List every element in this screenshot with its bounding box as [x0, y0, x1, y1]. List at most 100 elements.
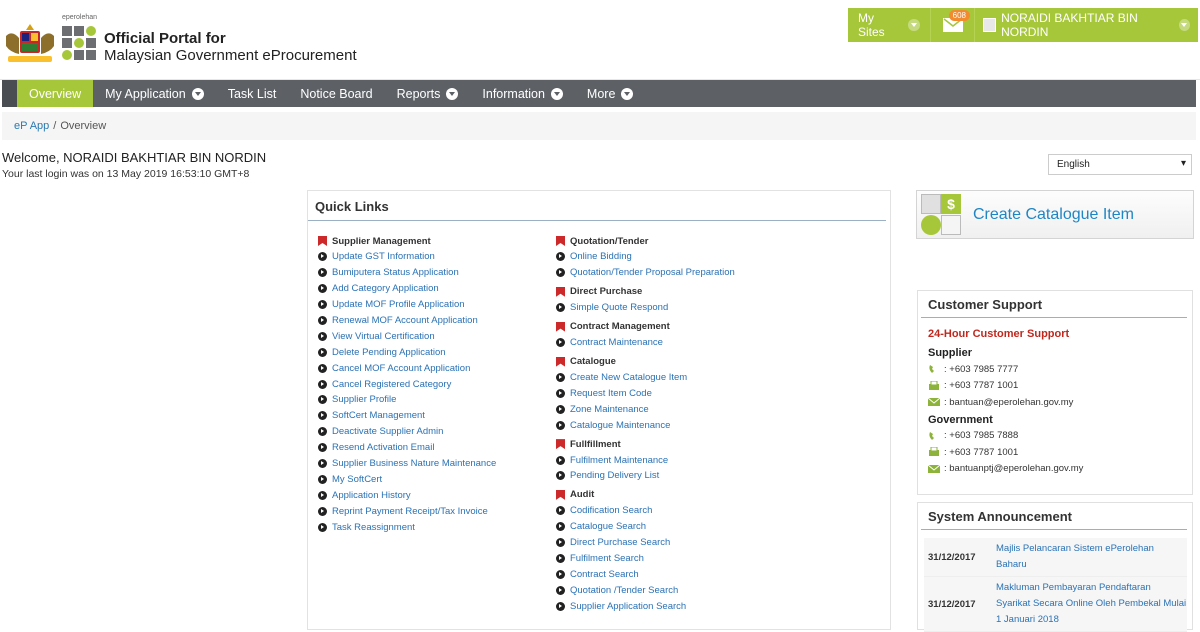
announcement-row: 31/12/2017 Majlis Pelancaran Sistem ePer… [924, 538, 1187, 577]
quick-link-view-virtual-certification[interactable]: View Virtual Certification [318, 328, 548, 344]
my-sites-button[interactable]: My Sites [848, 8, 930, 42]
mail-count-badge: 608 [948, 10, 970, 21]
nav-item-overview[interactable]: Overview [2, 80, 94, 107]
arrow-circle-right-icon [318, 316, 327, 325]
government-fax-value: : +603 7787 1001 [944, 446, 1019, 458]
quick-link-softcert-management[interactable]: SoftCert Management [318, 408, 548, 424]
breadcrumb-current: Overview [60, 120, 107, 132]
arrow-circle-right-icon [556, 471, 565, 481]
arrow-circle-right-icon [318, 284, 327, 294]
nav-item-my-application[interactable]: My Application [93, 80, 216, 107]
announcement-link[interactable]: Majlis Pelancaran Sistem ePerolehan Baha… [994, 538, 1187, 576]
chevron-down-icon [1178, 19, 1191, 31]
quick-link-simple-quote-respond[interactable]: Simple Quote Respond [556, 300, 876, 316]
breadcrumb-link-ep-app[interactable]: eP App [14, 120, 49, 132]
quick-link-request-item-code[interactable]: Request Item Code [556, 385, 876, 401]
announcement-row: 31/12/2017 Makluman Pembayaran Pendaftar… [924, 577, 1187, 632]
system-announcement-panel: System Announcement 31/12/2017 Majlis Pe… [917, 502, 1193, 632]
nav-item-information[interactable]: Information [470, 80, 575, 107]
quick-link-quotation-tender-search[interactable]: Quotation /Tender Search [556, 582, 876, 598]
arrow-circle-right-icon [318, 522, 327, 532]
quick-link-group-supplier-management: Supplier Management Update GST Informatio… [318, 233, 548, 535]
top-user-bar: My Sites 608 NORAIDI BAKHTIAR BIN NORDIN [848, 8, 1198, 42]
announcement-link[interactable]: Makluman Pembayaran Pendaftaran Syarikat… [994, 577, 1187, 631]
quick-link-pending-delivery-list[interactable]: Pending Delivery List [556, 468, 876, 484]
quick-link-supplier-business-nature-maintenance[interactable]: Supplier Business Nature Maintenance [318, 456, 548, 472]
arrow-circle-right-icon [318, 300, 327, 310]
quick-link-label: Contract Maintenance [570, 337, 663, 349]
avatar [983, 18, 997, 32]
arrow-circle-right-icon [556, 404, 565, 414]
quick-link-label: Resend Activation Email [332, 442, 435, 454]
supplier-fax: : +603 7787 1001 [928, 378, 1192, 395]
fax-icon [929, 447, 939, 457]
quick-link-group-title: Supplier Management [318, 233, 548, 249]
quick-link-contract-search[interactable]: Contract Search [556, 566, 876, 582]
quick-link-zone-maintenance[interactable]: Zone Maintenance [556, 401, 876, 417]
quick-links-title: Quick Links [308, 191, 886, 221]
bookmark-icon [556, 321, 565, 332]
government-email: : bantuanptj@eperolehan.gov.my [928, 461, 1192, 478]
quick-link-direct-purchase-search[interactable]: Direct Purchase Search [556, 535, 876, 551]
nav-item-task-list[interactable]: Task List [216, 80, 289, 107]
mail-button[interactable]: 608 [930, 8, 974, 42]
quick-link-task-reassignment[interactable]: Task Reassignment [318, 519, 548, 535]
quick-link-reprint-payment-receipt-tax-invoice[interactable]: Reprint Payment Receipt/Tax Invoice [318, 503, 548, 519]
language-select[interactable]: English [1048, 154, 1192, 175]
quick-link-supplier-application-search[interactable]: Supplier Application Search [556, 598, 876, 614]
quick-link-catalogue-search[interactable]: Catalogue Search [556, 519, 876, 535]
quick-link-catalogue-maintenance[interactable]: Catalogue Maintenance [556, 417, 876, 433]
nav-item-notice-board[interactable]: Notice Board [288, 80, 384, 107]
quick-link-application-history[interactable]: Application History [318, 487, 548, 503]
quick-link-update-mof-profile-application[interactable]: Update MOF Profile Application [318, 297, 548, 313]
quick-link-label: Direct Purchase Search [570, 537, 671, 549]
quick-link-update-gst-information[interactable]: Update GST Information [318, 249, 548, 265]
create-catalogue-item-button[interactable]: $ Create Catalogue Item [916, 190, 1194, 239]
quick-link-fulfilment-maintenance[interactable]: Fulfilment Maintenance [556, 452, 876, 468]
chevron-down-icon [446, 87, 459, 100]
quick-link-label: View Virtual Certification [332, 330, 435, 342]
arrow-circle-right-icon [318, 474, 327, 484]
quick-link-delete-pending-application[interactable]: Delete Pending Application [318, 344, 548, 360]
quick-link-label: Create New Catalogue Item [570, 372, 688, 383]
bookmark-icon [556, 356, 565, 367]
quick-link-my-softcert[interactable]: My SoftCert [318, 471, 548, 487]
quick-link-label: Application History [332, 489, 411, 501]
quick-link-supplier-profile[interactable]: Supplier Profile [318, 392, 548, 408]
supplier-phone-value: : +603 7985 7777 [944, 363, 1019, 375]
quick-link-label: SoftCert Management [332, 410, 425, 422]
bookmark-icon [318, 236, 327, 246]
email-icon [928, 397, 940, 407]
quick-link-codification-search[interactable]: Codification Search [556, 503, 876, 519]
quick-link-cancel-mof-account-application[interactable]: Cancel MOF Account Application [318, 360, 548, 376]
quick-link-bumiputera-status-application[interactable]: Bumiputera Status Application [318, 265, 548, 281]
customer-support-title: Customer Support [921, 291, 1187, 318]
chevron-down-icon [191, 87, 204, 100]
nav-item-reports[interactable]: Reports [385, 80, 471, 107]
quick-link-group-label: Audit [570, 489, 595, 501]
quick-link-online-bidding[interactable]: Online Bidding [556, 249, 876, 265]
quick-link-group-title: Direct Purchase [556, 284, 876, 300]
quick-link-fulfilment-search[interactable]: Fulfilment Search [556, 551, 876, 567]
quick-link-contract-maintenance[interactable]: Contract Maintenance [556, 335, 876, 351]
nav-item-more[interactable]: More [575, 80, 645, 107]
eperolehan-logo[interactable]: eperolehan [62, 14, 98, 64]
quick-link-quotation-tender-proposal-preparation[interactable]: Quotation/Tender Proposal Preparation [556, 265, 876, 281]
quick-link-cancel-registered-category[interactable]: Cancel Registered Category [318, 376, 548, 392]
quick-link-deactivate-supplier-admin[interactable]: Deactivate Supplier Admin [318, 424, 548, 440]
last-login-text: Your last login was on 13 May 2019 16:53… [2, 168, 250, 180]
user-menu-button[interactable]: NORAIDI BAKHTIAR BIN NORDIN [974, 8, 1198, 42]
quick-link-resend-activation-email[interactable]: Resend Activation Email [318, 440, 548, 456]
government-label: Government [928, 413, 993, 426]
quick-link-add-category-application[interactable]: Add Category Application [318, 281, 548, 297]
arrow-circle-right-icon [556, 538, 565, 548]
arrow-circle-right-icon [318, 252, 327, 262]
quick-link-create-new-catalogue-item[interactable]: Create New Catalogue Item [556, 370, 876, 386]
quick-link-label: Fulfilment Search [570, 553, 644, 565]
quick-link-renewal-mof-account-application[interactable]: Renewal MOF Account Application [318, 313, 548, 329]
arrow-circle-right-icon [556, 338, 565, 348]
quick-link-group-label: Fullfillment [570, 438, 621, 450]
arrow-circle-right-icon [556, 420, 565, 430]
quick-link-group-catalogue: Catalogue Create New Catalogue Item Reques… [556, 354, 876, 434]
quick-link-label: Catalogue Maintenance [570, 419, 671, 431]
